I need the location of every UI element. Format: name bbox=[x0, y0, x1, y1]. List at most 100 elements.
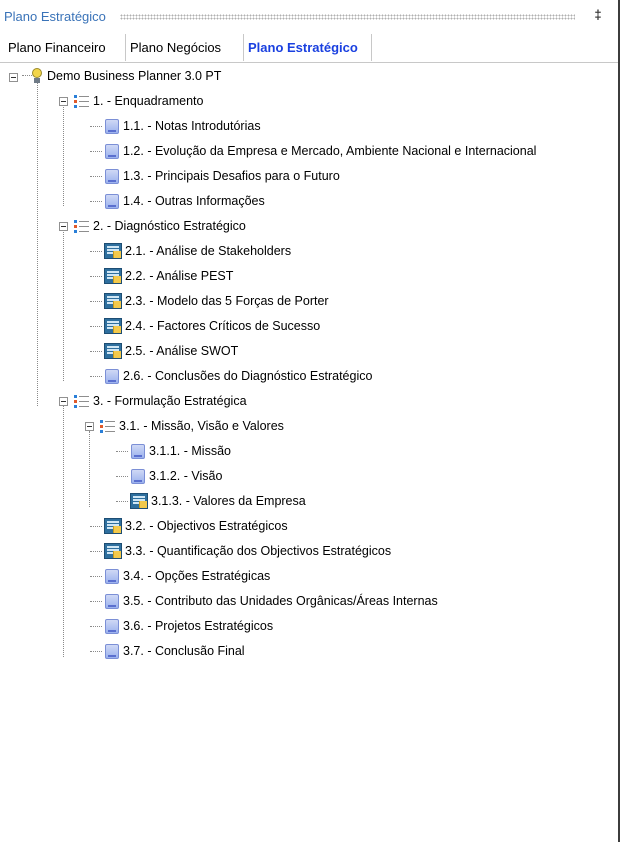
tree-node[interactable]: 2.5. - Análise SWOT bbox=[104, 340, 238, 362]
tree-line bbox=[116, 451, 128, 452]
tree-node-label: 2.5. - Análise SWOT bbox=[125, 344, 239, 358]
document-icon bbox=[131, 443, 145, 459]
tree-line bbox=[90, 176, 102, 177]
document-icon bbox=[105, 193, 119, 209]
tree-line bbox=[90, 251, 102, 252]
tree-node-label: 1. - Enquadramento bbox=[93, 94, 204, 108]
tree-node-label: 2.2. - Análise PEST bbox=[125, 269, 234, 283]
tab-plano-financeiro[interactable]: Plano Financeiro bbox=[4, 34, 126, 61]
tree-line bbox=[116, 476, 128, 477]
tree-node-label: 1.1. - Notas Introdutórias bbox=[123, 119, 261, 133]
analysis-icon bbox=[104, 543, 122, 559]
analysis-icon bbox=[104, 243, 122, 259]
tree-line bbox=[90, 326, 102, 327]
tree-node[interactable]: 1.4. - Outras Informações bbox=[104, 190, 265, 212]
tree-node-label: 3.1. - Missão, Visão e Valores bbox=[119, 419, 284, 433]
tree-node[interactable]: 3.1.2. - Visão bbox=[130, 465, 222, 487]
tree-root-label: Demo Business Planner 3.0 PT bbox=[47, 69, 222, 83]
tree-node[interactable]: 2.6. - Conclusões do Diagnóstico Estraté… bbox=[104, 365, 372, 387]
tree-node[interactable]: 3.5. - Contributo das Unidades Orgânicas… bbox=[104, 590, 438, 612]
tree-node-label: 1.3. - Principais Desafios para o Futuro bbox=[123, 169, 340, 183]
tree-line bbox=[90, 376, 102, 377]
tab-plano-negocios[interactable]: Plano Negócios bbox=[126, 34, 244, 61]
tree-node[interactable]: 3.1.3. - Valores da Empresa bbox=[130, 490, 306, 512]
tree-line bbox=[90, 626, 102, 627]
tree-expander-icon[interactable] bbox=[59, 97, 68, 106]
tree-line bbox=[90, 526, 102, 527]
tab-plano-estrategico[interactable]: Plano Estratégico bbox=[244, 34, 372, 61]
tree-line bbox=[90, 276, 102, 277]
panel-titlebar[interactable]: Plano Estratégico ‡ bbox=[0, 0, 618, 34]
tree-line bbox=[90, 301, 102, 302]
tree-expander-icon[interactable] bbox=[59, 222, 68, 231]
document-icon bbox=[105, 643, 119, 659]
tree-line bbox=[89, 431, 90, 507]
pin-icon[interactable]: ‡ bbox=[591, 7, 605, 23]
tree-line bbox=[90, 576, 102, 577]
analysis-icon bbox=[104, 343, 122, 359]
tree-line bbox=[90, 551, 102, 552]
tree-line bbox=[90, 601, 102, 602]
drag-grip[interactable] bbox=[120, 14, 575, 20]
list-icon bbox=[74, 94, 90, 108]
panel-title: Plano Estratégico bbox=[4, 9, 106, 24]
document-icon bbox=[131, 468, 145, 484]
tree-node-label: 2.4. - Factores Críticos de Sucesso bbox=[125, 319, 321, 333]
tree-node[interactable]: 2.4. - Factores Críticos de Sucesso bbox=[104, 315, 320, 337]
tree-node[interactable]: 2.2. - Análise PEST bbox=[104, 265, 233, 287]
tree-expander-icon[interactable] bbox=[85, 422, 94, 431]
tree-node-label: 1.4. - Outras Informações bbox=[123, 194, 265, 208]
tab-strip: Plano Financeiro Plano Negócios Plano Es… bbox=[0, 34, 618, 63]
tree-line bbox=[37, 80, 38, 406]
tree-node[interactable]: 2. - Diagnóstico Estratégico bbox=[74, 215, 246, 237]
analysis-icon bbox=[104, 268, 122, 284]
tree-line bbox=[90, 351, 102, 352]
document-icon bbox=[105, 593, 119, 609]
tree-node-label: 3.1.2. - Visão bbox=[149, 469, 223, 483]
document-icon bbox=[105, 168, 119, 184]
lightbulb-icon bbox=[30, 68, 44, 84]
tree-node[interactable]: 2.3. - Modelo das 5 Forças de Porter bbox=[104, 290, 329, 312]
tree-node-label: 2.6. - Conclusões do Diagnóstico Estraté… bbox=[123, 369, 373, 383]
list-icon bbox=[74, 394, 90, 408]
tree-node[interactable]: 3.3. - Quantificação dos Objectivos Estr… bbox=[104, 540, 391, 562]
tree-node[interactable]: 1.2. - Evolução da Empresa e Mercado, Am… bbox=[104, 140, 536, 162]
tree-line bbox=[90, 651, 102, 652]
analysis-icon bbox=[104, 518, 122, 534]
analysis-icon bbox=[104, 293, 122, 309]
tree-node[interactable]: 3.1. - Missão, Visão e Valores bbox=[100, 415, 284, 437]
list-icon bbox=[100, 419, 116, 433]
list-icon bbox=[74, 219, 90, 233]
tree-line bbox=[90, 201, 102, 202]
tree-node[interactable]: 3. - Formulação Estratégica bbox=[74, 390, 247, 412]
tree-node-label: 3.1.1. - Missão bbox=[149, 444, 231, 458]
outline-tree: Demo Business Planner 3.0 PT 1. - Enquadr… bbox=[0, 62, 618, 842]
tree-node-label: 3. - Formulação Estratégica bbox=[93, 394, 247, 408]
tree-node[interactable]: 1.1. - Notas Introdutórias bbox=[104, 115, 261, 137]
tree-node[interactable]: 3.1.1. - Missão bbox=[130, 440, 231, 462]
tree-node-label: 1.2. - Evolução da Empresa e Mercado, Am… bbox=[123, 144, 537, 158]
root-expander-icon[interactable] bbox=[9, 73, 18, 82]
tree-node[interactable]: 2.1. - Análise de Stakeholders bbox=[104, 240, 291, 262]
document-icon bbox=[105, 618, 119, 634]
tree-node-label: 3.6. - Projetos Estratégicos bbox=[123, 619, 274, 633]
tree-node-label: 3.4. - Opções Estratégicas bbox=[123, 569, 271, 583]
tree-node-label: 2.1. - Análise de Stakeholders bbox=[125, 244, 292, 258]
tree-line bbox=[90, 151, 102, 152]
tree-node-label: 3.3. - Quantificação dos Objectivos Estr… bbox=[125, 544, 392, 558]
document-icon bbox=[105, 118, 119, 134]
tree-node[interactable]: 1. - Enquadramento bbox=[74, 90, 204, 112]
tree-root-node[interactable]: Demo Business Planner 3.0 PT bbox=[30, 65, 221, 87]
analysis-icon bbox=[104, 318, 122, 334]
tree-node[interactable]: 1.3. - Principais Desafios para o Futuro bbox=[104, 165, 340, 187]
tree-node-label: 3.1.3. - Valores da Empresa bbox=[151, 494, 306, 508]
tree-node[interactable]: 3.6. - Projetos Estratégicos bbox=[104, 615, 273, 637]
tree-node-label: 2.3. - Modelo das 5 Forças de Porter bbox=[125, 294, 329, 308]
tree-node[interactable]: 3.2. - Objectivos Estratégicos bbox=[104, 515, 288, 537]
tree-node[interactable]: 3.7. - Conclusão Final bbox=[104, 640, 245, 662]
tree-expander-icon[interactable] bbox=[59, 397, 68, 406]
document-icon bbox=[105, 568, 119, 584]
tree-node[interactable]: 3.4. - Opções Estratégicas bbox=[104, 565, 270, 587]
tree-node-label: 3.7. - Conclusão Final bbox=[123, 644, 245, 658]
tree-line bbox=[63, 406, 64, 657]
